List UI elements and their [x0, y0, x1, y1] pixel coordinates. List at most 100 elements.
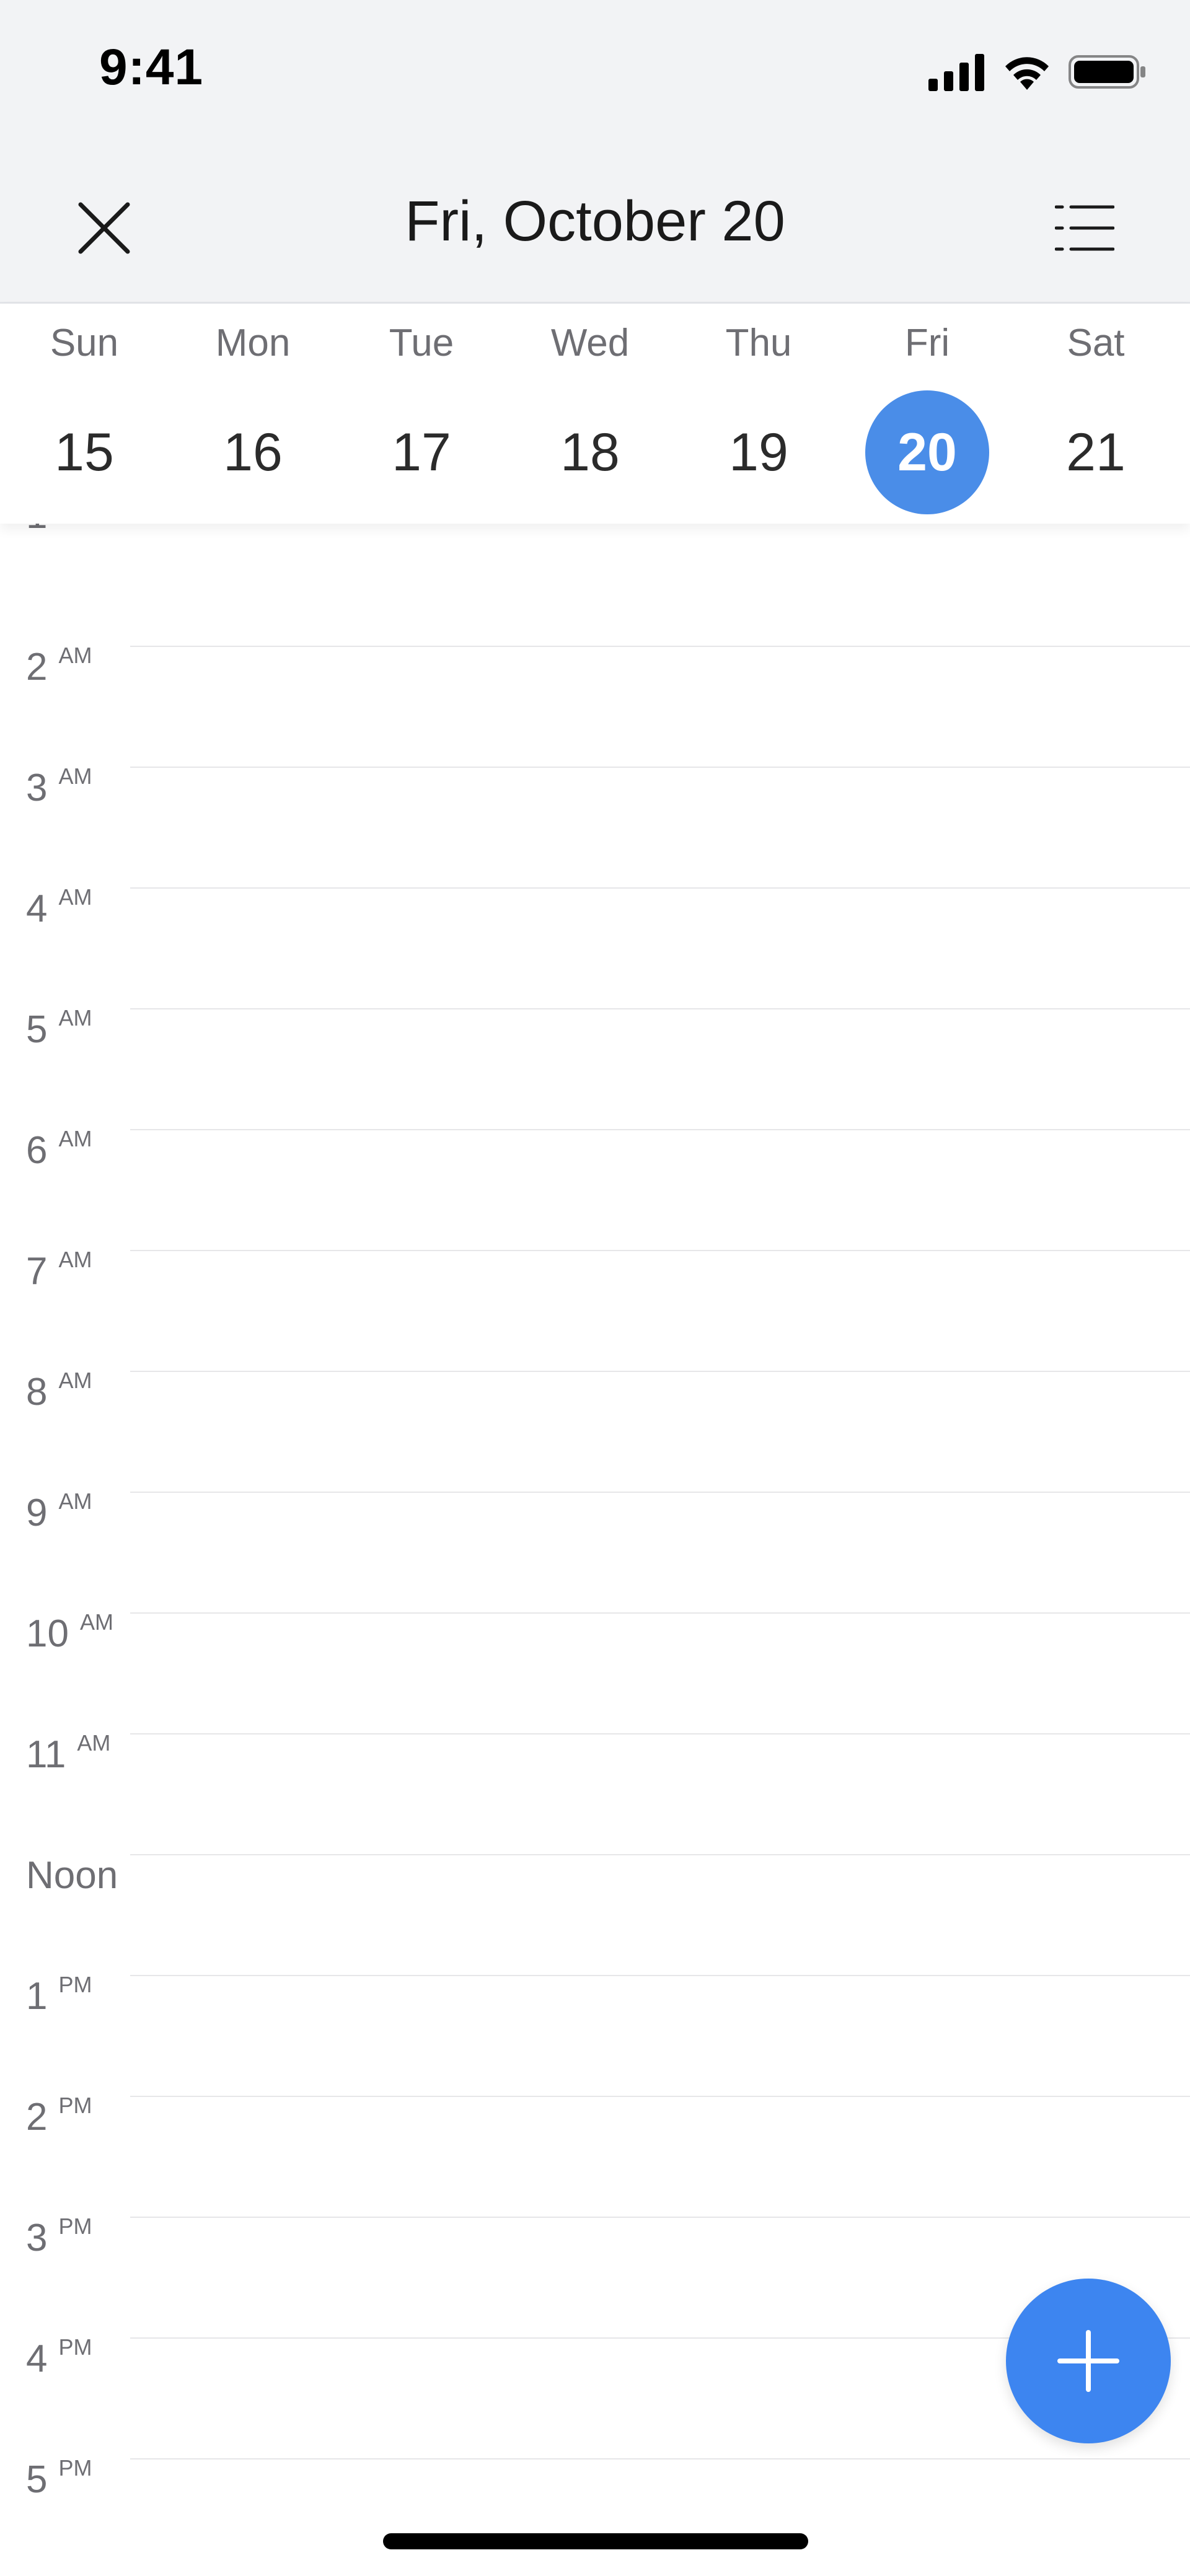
hour-number: 6 — [26, 1129, 48, 1172]
hour-gridline — [130, 887, 1190, 889]
hour-gridline — [130, 767, 1190, 768]
hour-gridline — [130, 1854, 1190, 1855]
day-name: Sat — [1067, 322, 1125, 364]
hour-suffix: AM — [58, 1488, 92, 1514]
add-event-button[interactable] — [1006, 2279, 1171, 2443]
hour-gridline — [130, 2458, 1190, 2460]
hour-suffix: PM — [58, 2093, 92, 2118]
hour-number: 1 — [26, 1975, 48, 2018]
hour-label: 10 AM — [26, 1611, 113, 1655]
hour-number: 11 — [26, 1733, 66, 1776]
hour-label: 2 AM — [26, 644, 92, 688]
hour-number: 1 — [26, 524, 47, 537]
day-number: 17 — [392, 422, 451, 482]
day-name: Wed — [550, 322, 630, 364]
day-sat[interactable]: Sat 21 — [1011, 304, 1180, 524]
plus-icon — [1057, 2330, 1119, 2392]
hour-label: 2 PM — [26, 2095, 92, 2139]
hour-suffix: AM — [58, 643, 92, 668]
day-timeline[interactable]: 1AM2AM3AM4AM5AM6AM7AM8AM9AM10AM11AMNoon1… — [0, 524, 1190, 2576]
hour-number: 5 — [26, 1008, 48, 1051]
hour-label: 1 PM — [26, 1974, 92, 2018]
battery-icon — [1069, 53, 1147, 94]
hour-number: 4 — [26, 2337, 48, 2380]
hour-suffix: PM — [58, 2334, 92, 2360]
hour-number: 2 — [26, 2096, 48, 2139]
home-indicator — [383, 2533, 808, 2549]
hour-number: 3 — [26, 767, 48, 809]
hour-label: 8 AM — [26, 1369, 92, 1413]
day-number: 21 — [1066, 422, 1126, 482]
day-number: 15 — [55, 422, 114, 482]
hour-number: 4 — [26, 887, 48, 930]
hour-gridline — [130, 1008, 1190, 1009]
hour-gridline — [130, 1129, 1190, 1130]
day-tue[interactable]: Tue 17 — [337, 304, 506, 524]
day-name: Fri — [904, 322, 950, 364]
hour-label: 4 PM — [26, 2336, 92, 2380]
hour-suffix: PM — [58, 2455, 92, 2481]
hour-gridline — [130, 1612, 1190, 1614]
hour-label: 5 PM — [26, 2457, 92, 2501]
hour-number: 10 — [26, 1612, 69, 1655]
hour-number: 8 — [26, 1371, 48, 1413]
hour-number: 5 — [26, 2458, 48, 2501]
hour-label: 11 AM — [26, 1732, 110, 1776]
hour-number: Noon — [26, 1854, 118, 1897]
hour-number: 7 — [26, 1250, 48, 1293]
hour-suffix: PM — [58, 2213, 92, 2239]
hour-number: 3 — [26, 2217, 48, 2259]
status-time: 9:41 — [99, 39, 204, 95]
day-number: 18 — [560, 422, 620, 482]
day-name: Mon — [215, 322, 291, 364]
hour-gridline — [130, 1492, 1190, 1493]
hour-number: 2 — [26, 646, 48, 688]
hour-number: 9 — [26, 1492, 48, 1534]
hour-label: 1AM — [26, 524, 92, 535]
hour-label: Noon — [26, 1857, 118, 1895]
hour-label: 6 AM — [26, 1128, 92, 1172]
hour-gridline — [130, 1733, 1190, 1734]
hour-suffix: AM — [58, 1247, 92, 1272]
hour-gridline — [130, 1250, 1190, 1251]
calendar-day-screen: 9:41 Fri, October 20 Sun 15 Mon 16 Tue 1… — [0, 0, 1190, 2576]
day-wed[interactable]: Wed 18 — [506, 304, 674, 524]
wifi-icon — [1003, 53, 1051, 94]
hour-suffix: PM — [58, 1972, 92, 1997]
hour-suffix: AM — [58, 1005, 92, 1031]
list-icon — [1055, 205, 1114, 251]
hour-gridline — [130, 2096, 1190, 2097]
day-name: Tue — [389, 322, 454, 364]
status-icons — [928, 48, 1147, 98]
hour-suffix: AM — [58, 1126, 92, 1151]
list-view-button[interactable] — [1051, 197, 1119, 259]
hour-gridline — [130, 646, 1190, 647]
day-name: Thu — [725, 322, 792, 364]
hour-label: 3 PM — [26, 2215, 92, 2259]
hour-suffix: AM — [77, 1730, 111, 1756]
selected-day-number: 20 — [865, 390, 989, 514]
hour-label: 4 AM — [26, 886, 92, 930]
hour-gridline — [130, 2217, 1190, 2218]
hour-gridline — [130, 1975, 1190, 1976]
day-number: 16 — [223, 422, 283, 482]
day-fri[interactable]: Fri 20 — [843, 304, 1011, 524]
signal-icon — [928, 53, 985, 94]
hour-suffix: AM — [58, 763, 92, 789]
hour-suffix: AM — [58, 884, 92, 910]
hour-label: 9 AM — [26, 1490, 92, 1534]
hour-suffix: AM — [79, 1609, 113, 1635]
day-mon[interactable]: Mon 16 — [169, 304, 337, 524]
day-number: 19 — [729, 422, 788, 482]
week-strip: Sun 15 Mon 16 Tue 17 Wed 18 Thu 19 Fri 2… — [0, 304, 1190, 524]
hour-label: 3 AM — [26, 765, 92, 809]
day-thu[interactable]: Thu 19 — [674, 304, 843, 524]
hour-gridline — [130, 1371, 1190, 1372]
hour-label: 5 AM — [26, 1007, 92, 1051]
day-sun[interactable]: Sun 15 — [0, 304, 169, 524]
page-title: Fri, October 20 — [405, 190, 785, 253]
hour-label: 7 AM — [26, 1249, 92, 1293]
day-name: Sun — [50, 322, 119, 364]
hour-suffix: AM — [58, 1368, 92, 1393]
header: 9:41 Fri, October 20 — [0, 0, 1190, 304]
